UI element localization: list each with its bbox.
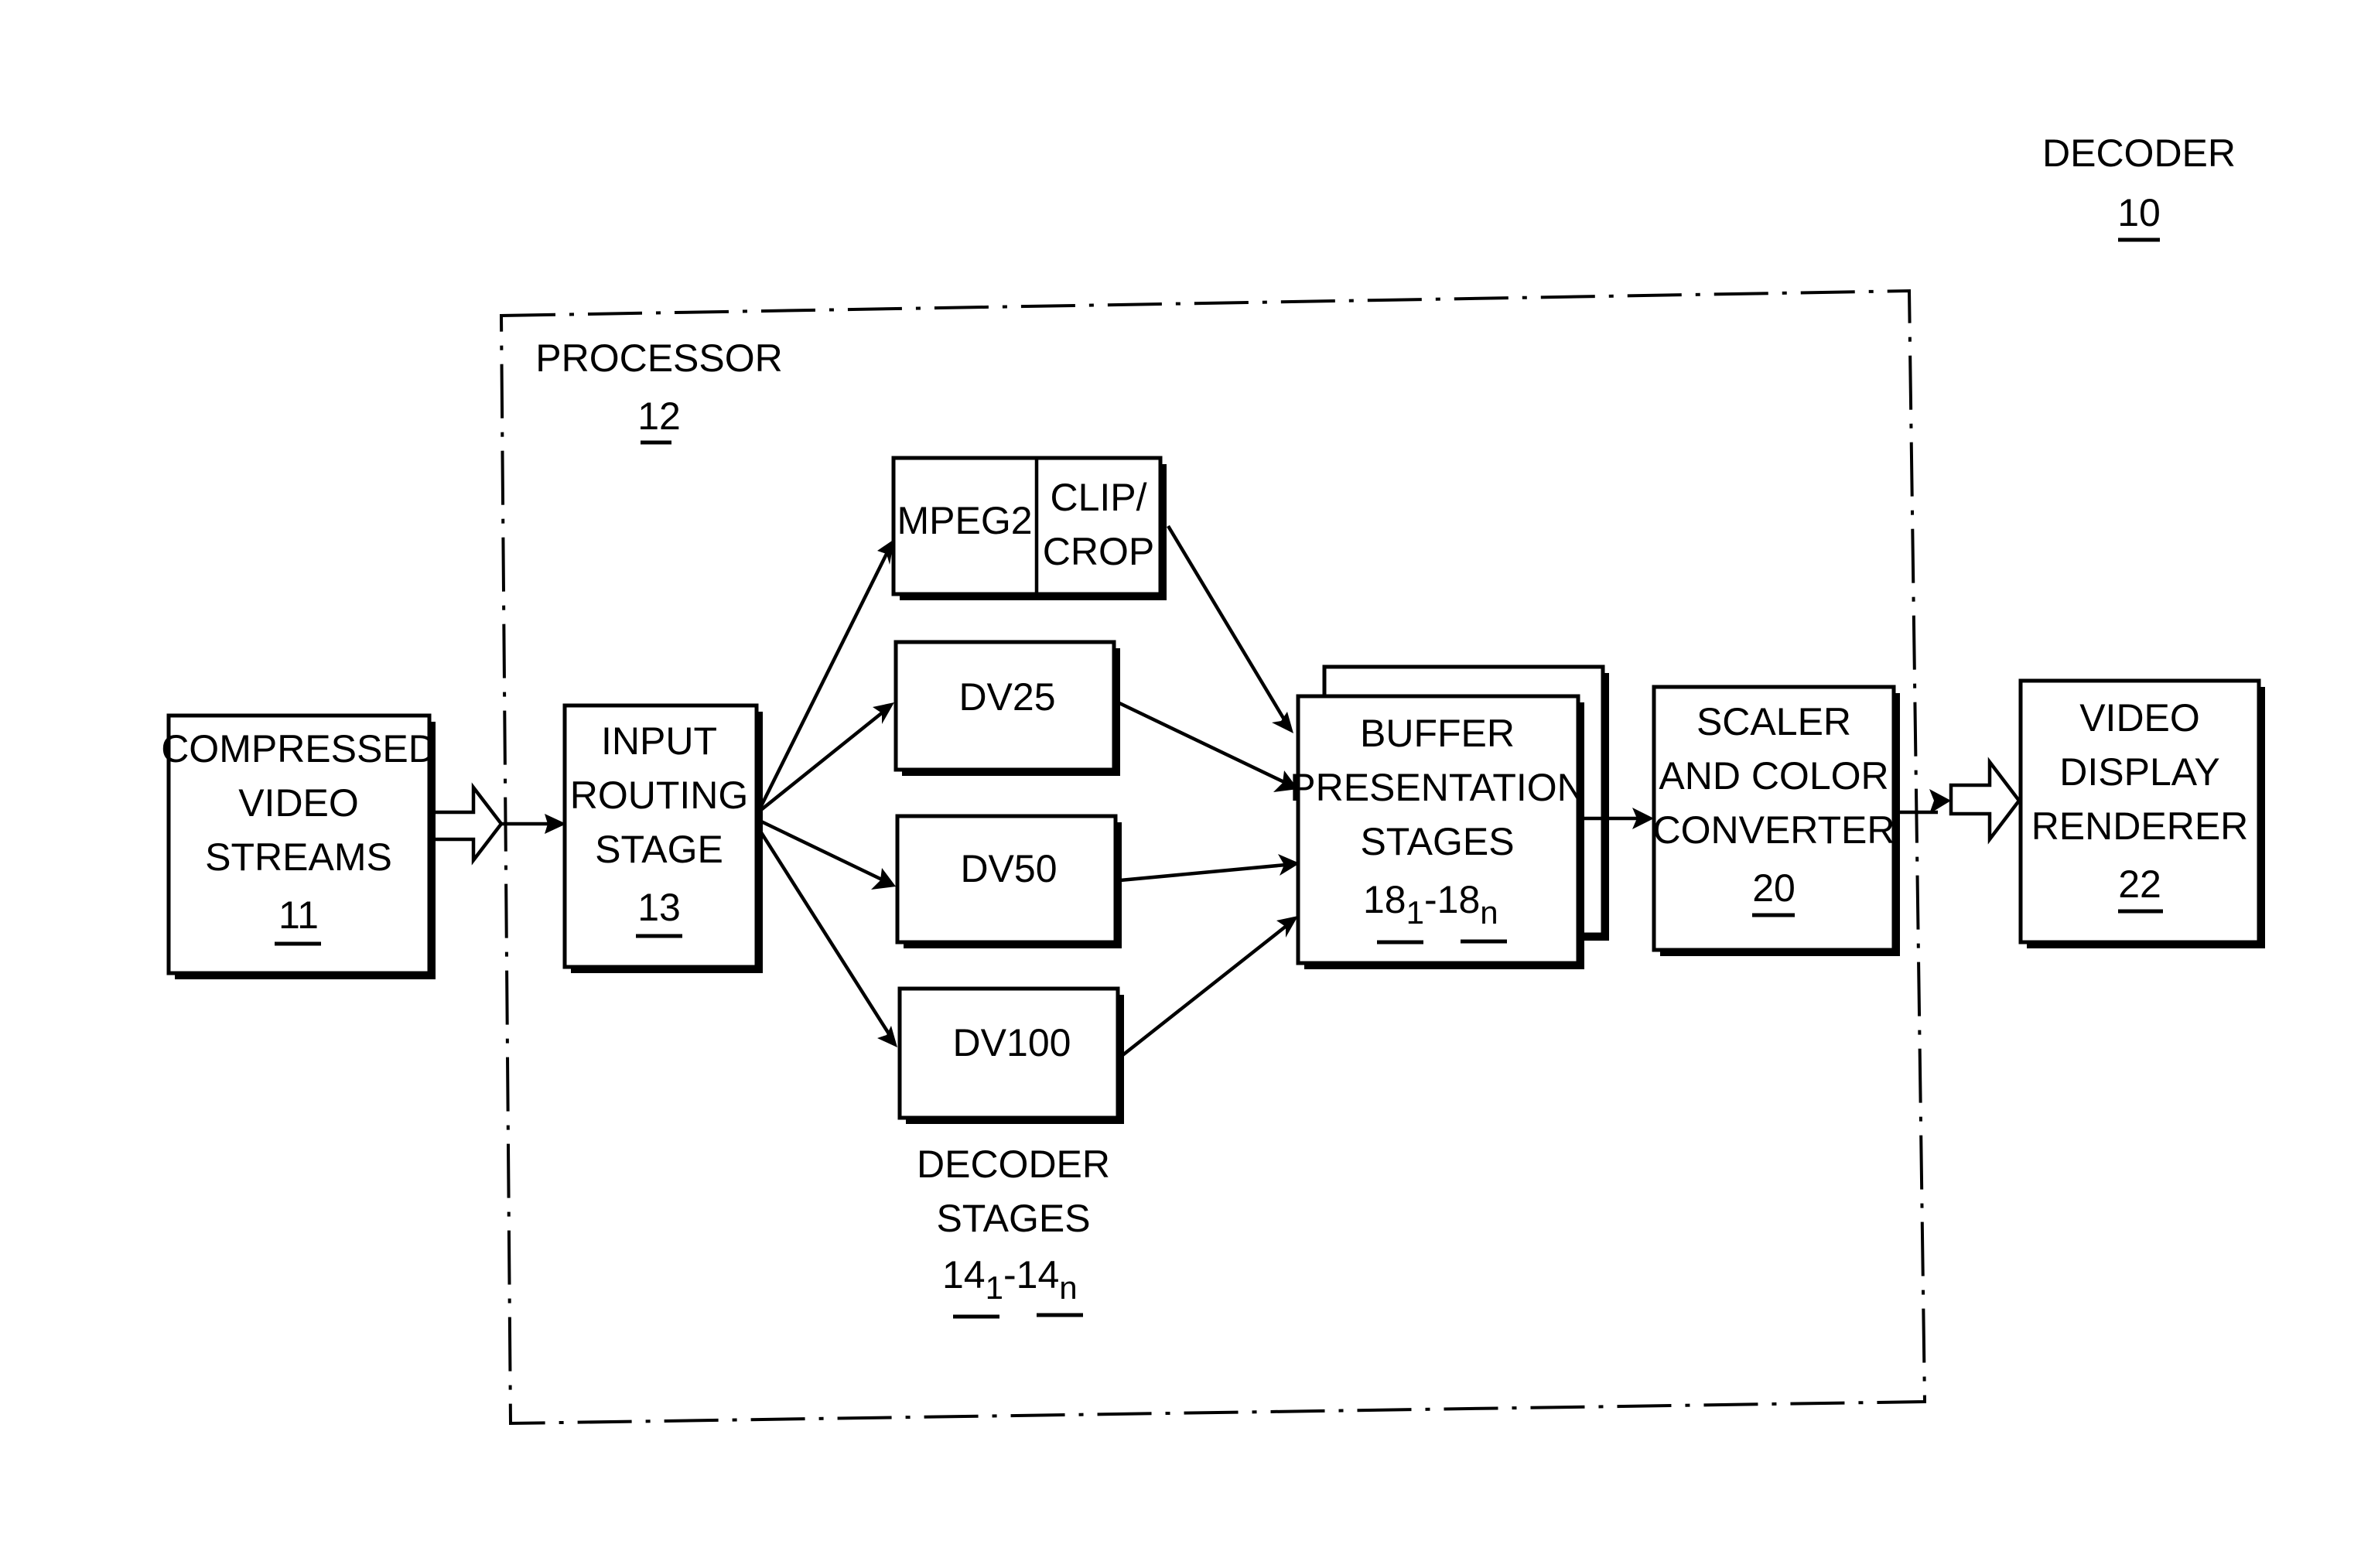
routing-fanout-arrows — [756, 539, 897, 1047]
dv100-label: DV100 — [953, 1021, 1071, 1064]
decoder-stages-line: DECODER — [917, 1143, 1110, 1186]
block-label-line: STAGES — [1360, 820, 1514, 863]
block-label-line: VIDEO — [2079, 696, 2200, 740]
processor-label: PROCESSOR 12 — [535, 336, 783, 445]
hollow-arrow-icon — [1949, 757, 2021, 845]
decoder-stages-label: DECODER STAGES 141-14n — [917, 1143, 1110, 1319]
compressed-video-streams-block: COMPRESSED VIDEO STREAMS 11 — [161, 713, 436, 979]
buffer-presentation-stages-block: BUFFER PRESENTATION STAGES 181-18n — [1290, 664, 1609, 969]
connector-arrow — [757, 818, 884, 883]
hollow-arrow-icon — [433, 782, 504, 866]
dv25-label: DV25 — [958, 675, 1055, 719]
arrowhead-icon — [1929, 789, 1951, 814]
block-label-line: ROUTING — [570, 774, 749, 817]
clip-crop-label-line: CROP — [1043, 530, 1154, 573]
arrowhead-icon — [871, 868, 896, 890]
block-label-line: RENDERER — [2031, 804, 2249, 848]
block-ref: 13 — [637, 886, 681, 929]
processor-ref: 12 — [637, 395, 681, 438]
decoder-to-buffer-arrows — [1117, 524, 1300, 1057]
connector-arrow — [757, 710, 885, 814]
block-label-line: STREAMS — [205, 835, 392, 879]
mpeg2-decoder-block: MPEG2 CLIP/ CROP — [891, 456, 1167, 600]
connector-arrow — [756, 549, 890, 814]
connector-arrow — [1120, 924, 1289, 1057]
block-label-line: DISPLAY — [2059, 750, 2220, 794]
dv50-label: DV50 — [960, 847, 1057, 890]
block-label-line: BUFFER — [1360, 712, 1515, 755]
block-label-line: STAGE — [595, 828, 723, 871]
dv100-decoder-block: DV100 — [897, 986, 1124, 1124]
block-label-line: INPUT — [601, 719, 717, 763]
arrowhead-icon — [1276, 916, 1298, 938]
decoder-stages-line: STAGES — [936, 1197, 1090, 1240]
block-ref: 11 — [278, 893, 319, 937]
block-label-line: AND COLOR — [1659, 754, 1888, 798]
connector-arrow — [1119, 863, 1286, 883]
arrowhead-icon — [873, 702, 894, 724]
mpeg2-label: MPEG2 — [897, 499, 1032, 542]
dv50-decoder-block: DV50 — [895, 814, 1122, 948]
block-ref: 20 — [1752, 866, 1796, 910]
decoder-title-label: DECODER — [2042, 132, 2236, 175]
block-label-line: COMPRESSED — [161, 727, 436, 770]
block-label-line: SCALER — [1696, 700, 1851, 743]
connector-arrow — [757, 826, 891, 1037]
decoder-block-diagram: DECODER 10 PROCESSOR 12 COMPRESSED VIDEO… — [0, 0, 2361, 1564]
video-display-renderer-block: VIDEO DISPLAY RENDERER 22 — [2018, 678, 2265, 948]
clip-crop-label-line: CLIP/ — [1050, 476, 1146, 519]
decoder-title-ref: 10 — [2117, 191, 2161, 234]
decoder-title: DECODER 10 — [2042, 132, 2236, 242]
dv25-decoder-block: DV25 — [893, 640, 1120, 776]
scaler-color-converter-block: SCALER AND COLOR CONVERTER 20 — [1652, 685, 1900, 956]
decoder-stages-ref: 141-14n — [942, 1253, 1078, 1306]
input-routing-stage-block: INPUT ROUTING STAGE 13 — [562, 703, 763, 973]
connector-arrow — [1117, 700, 1286, 785]
block-label-line: CONVERTER — [1652, 808, 1895, 852]
block-ref: 22 — [2118, 863, 2161, 906]
processor-label-text: PROCESSOR — [535, 336, 783, 380]
block-label-line: VIDEO — [238, 781, 359, 825]
block-label-line: PRESENTATION — [1290, 766, 1585, 809]
connector-arrow — [1167, 524, 1286, 721]
